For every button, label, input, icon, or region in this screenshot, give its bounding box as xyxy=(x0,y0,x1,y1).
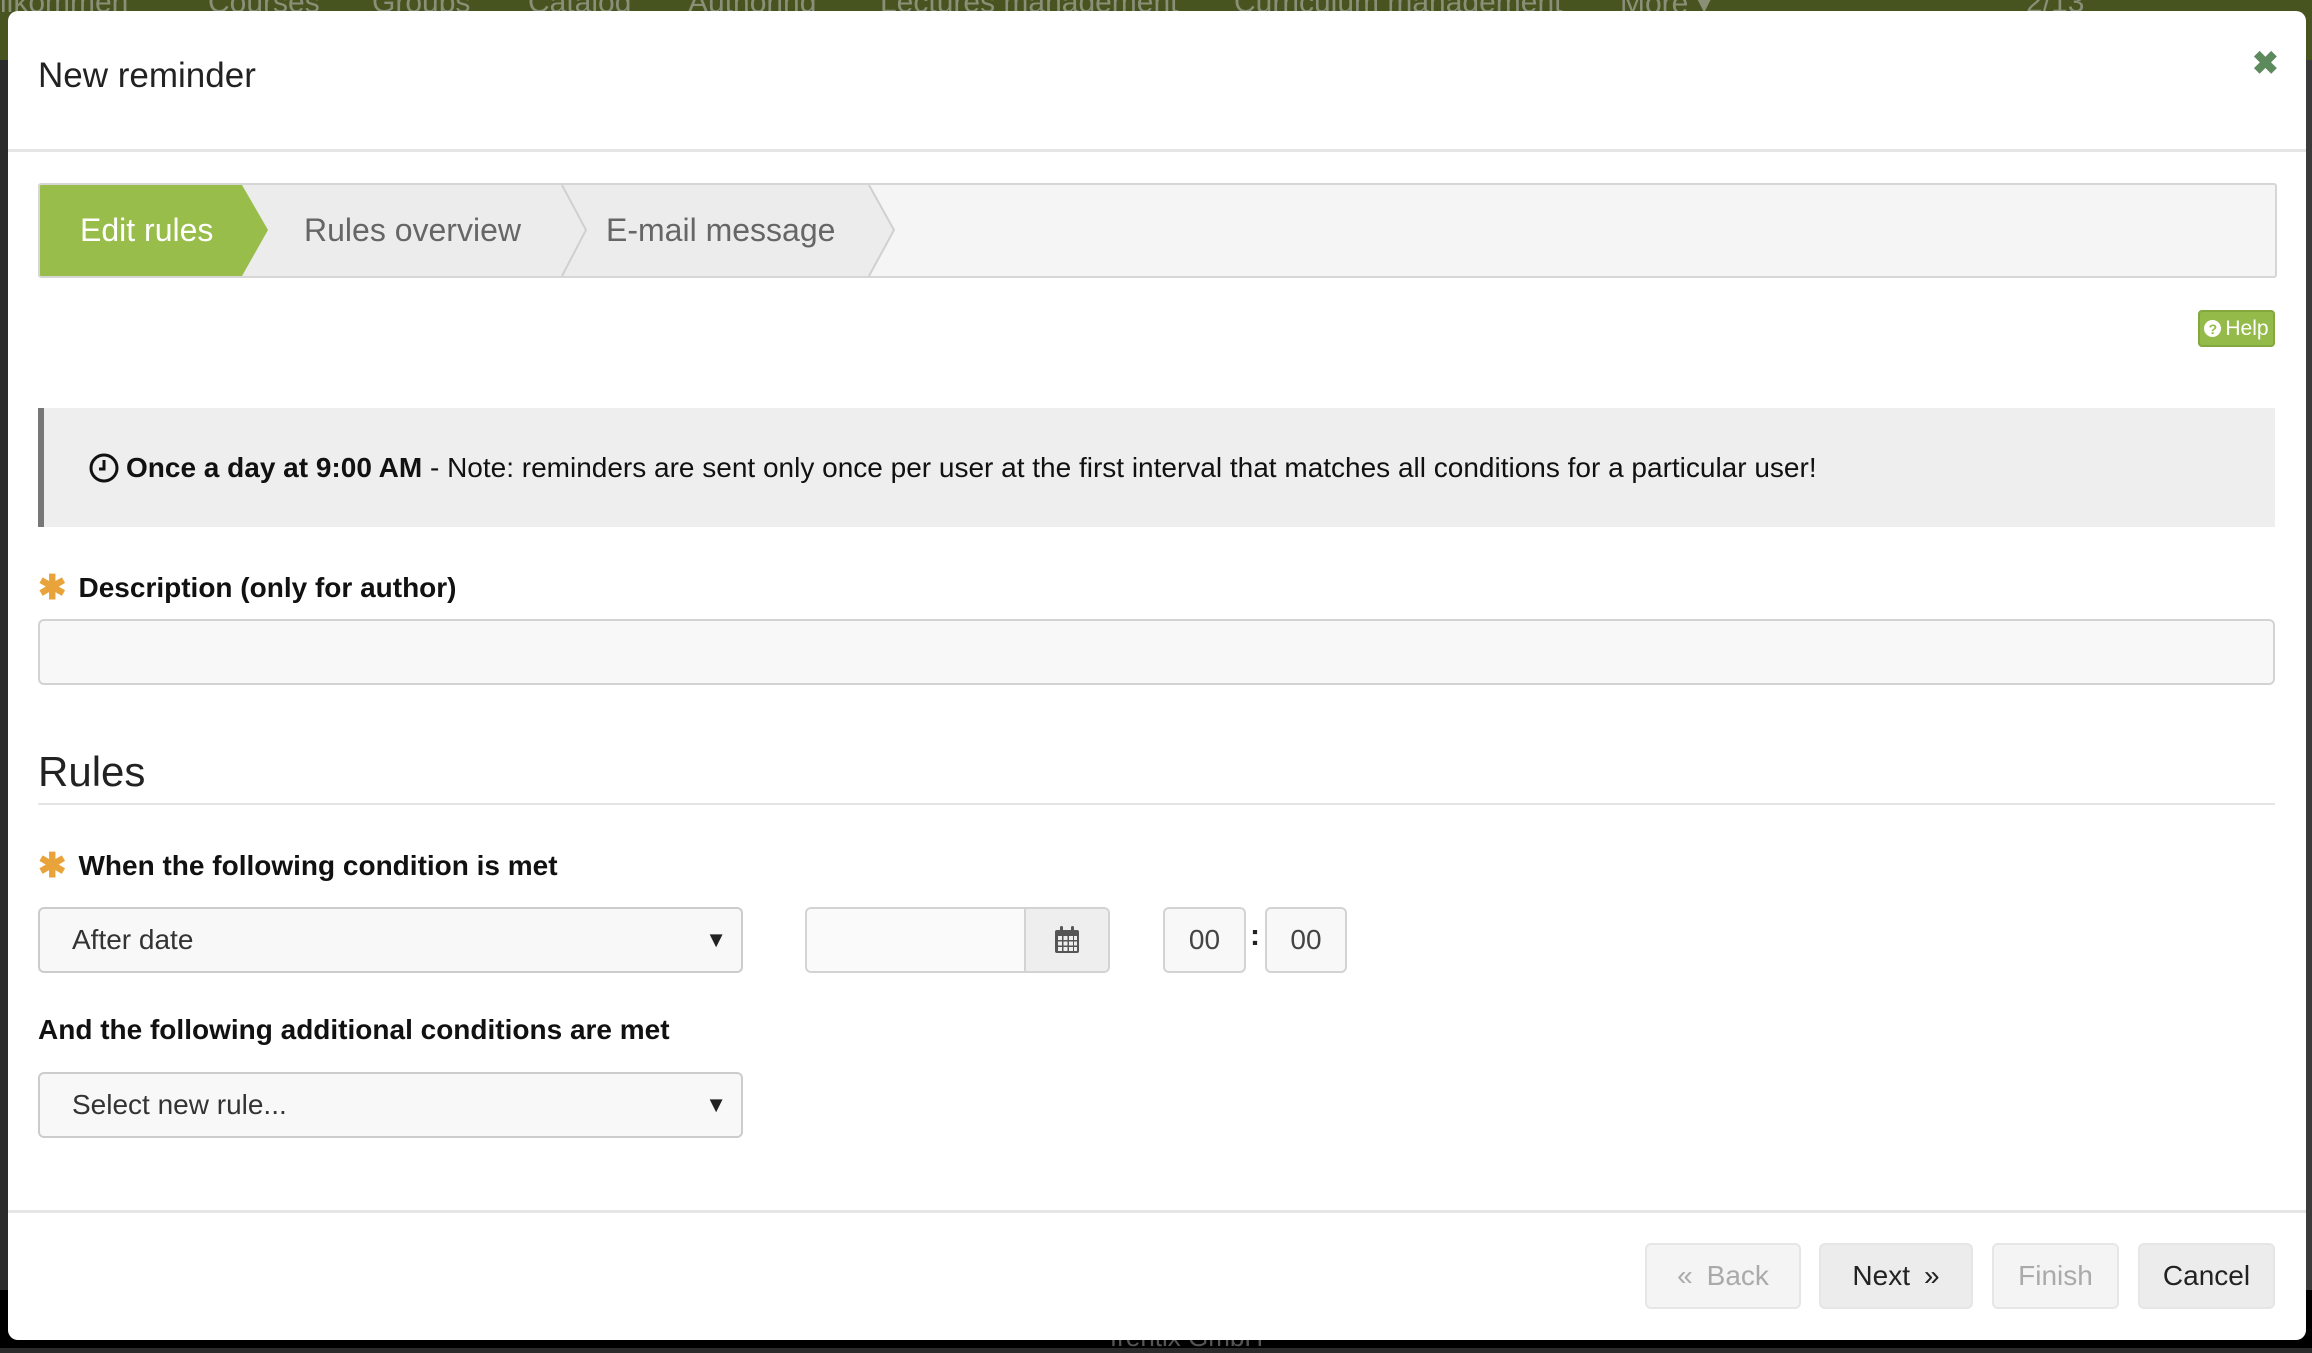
footer-divider xyxy=(8,1210,2306,1213)
double-chevron-right-icon: » xyxy=(1924,1260,1940,1291)
wizard-steps: Edit rules Rules overview E-mail message xyxy=(38,183,2277,278)
next-label: Next xyxy=(1852,1260,1910,1291)
description-input[interactable] xyxy=(38,619,2275,685)
additional-conditions-label: And the following additional conditions … xyxy=(38,1014,670,1045)
help-label: Help xyxy=(2225,316,2269,340)
modal-title: New reminder xyxy=(38,56,256,95)
wizard-step-email-message[interactable]: E-mail message xyxy=(606,185,835,276)
condition-type-value: After date xyxy=(72,924,194,955)
condition-label-row: ✱ When the following condition is met xyxy=(38,846,558,886)
hour-input[interactable]: 00 xyxy=(1163,907,1246,973)
description-label-row: ✱ Description (only for author) xyxy=(38,568,457,608)
additional-rule-value: Select new rule... xyxy=(72,1089,287,1120)
chevron-down-icon: ▼ xyxy=(705,927,727,952)
rules-divider xyxy=(38,803,2275,805)
schedule-text: Once a day at 9:00 AM xyxy=(126,451,423,483)
minute-input[interactable]: 00 xyxy=(1265,907,1347,973)
question-circle-icon: ? xyxy=(2204,320,2222,337)
required-asterisk-icon: ✱ xyxy=(38,847,67,885)
chevron-down-icon: ▼ xyxy=(705,1092,727,1117)
back-button[interactable]: « Back xyxy=(1645,1243,1801,1309)
clock-icon xyxy=(89,453,119,482)
wizard-step-rules-overview[interactable]: Rules overview xyxy=(304,185,521,276)
back-label: Back xyxy=(1706,1260,1769,1291)
date-input-group xyxy=(805,907,1110,973)
condition-type-select[interactable]: After date ▼ xyxy=(38,907,743,973)
help-button[interactable]: ? Help xyxy=(2198,310,2275,347)
finish-button[interactable]: Finish xyxy=(1992,1243,2119,1309)
schedule-info-box: Once a day at 9:00 AM - Note: reminders … xyxy=(38,408,2275,527)
required-asterisk-icon: ✱ xyxy=(38,569,67,607)
condition-label: When the following condition is met xyxy=(78,850,558,881)
calendar-icon xyxy=(1055,926,1079,953)
description-label: Description (only for author) xyxy=(78,572,457,603)
calendar-button[interactable] xyxy=(1024,909,1108,971)
close-icon[interactable]: ✖ xyxy=(2252,44,2279,82)
time-separator: : xyxy=(1250,919,1260,952)
cancel-button[interactable]: Cancel xyxy=(2138,1243,2275,1309)
schedule-note: - Note: reminders are sent only once per… xyxy=(422,451,1817,483)
additional-rule-select[interactable]: Select new rule... ▼ xyxy=(38,1072,743,1138)
date-input[interactable] xyxy=(807,909,1024,971)
double-chevron-left-icon: « xyxy=(1677,1260,1693,1291)
next-button[interactable]: Next » xyxy=(1819,1243,1973,1309)
header-divider xyxy=(8,149,2306,152)
rules-heading: Rules xyxy=(38,748,146,795)
wizard-step-edit-rules[interactable]: Edit rules xyxy=(80,185,213,276)
